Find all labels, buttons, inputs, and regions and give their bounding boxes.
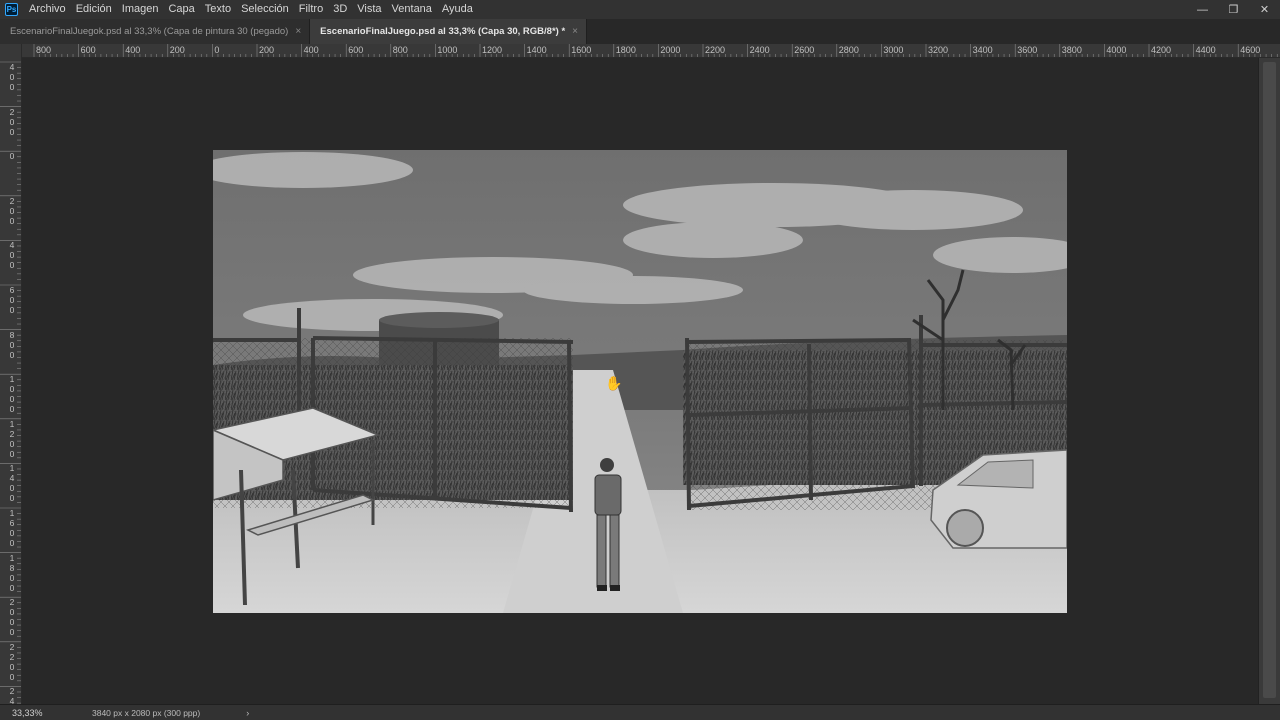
document-tab-bar: EscenarioFinalJuegok.psd al 33,3% (Capa …: [0, 19, 1280, 44]
menu-archivo[interactable]: Archivo: [24, 0, 71, 19]
tab-label: EscenarioFinalJuegok.psd al 33,3% (Capa …: [10, 26, 289, 37]
ruler-corner[interactable]: [0, 44, 22, 58]
ruler-h-label: 3000: [883, 45, 904, 55]
ruler-v-label: 2200: [9, 641, 15, 682]
ruler-v-label: 1000: [9, 374, 15, 415]
ruler-h-label: 2600: [794, 45, 815, 55]
ruler-h-label: 1800: [615, 45, 636, 55]
menu-ventana[interactable]: Ventana: [387, 0, 437, 19]
ruler-h-label: 4400: [1195, 45, 1216, 55]
minimize-button[interactable]: —: [1187, 0, 1218, 19]
ruler-v-label: 2000: [9, 597, 15, 638]
status-bar: 33,33% 3840 px x 2080 px (300 ppp) ›: [0, 704, 1280, 720]
ruler-h-label: 0: [214, 45, 220, 55]
ruler-h-label: 600: [80, 45, 96, 55]
scrollbar-thumb[interactable]: [1263, 62, 1276, 698]
ruler-h-label: 4600: [1240, 45, 1261, 55]
window-controls: — ❐ ✕: [1187, 0, 1280, 19]
menu-3d[interactable]: 3D: [328, 0, 352, 19]
menu-texto[interactable]: Texto: [200, 0, 236, 19]
vertical-scrollbar[interactable]: [1258, 58, 1280, 704]
ruler-h-label: 1400: [526, 45, 547, 55]
vertical-ruler[interactable]: 400 200 0 200 400 600 800 1000 1200 1400 1600 1800 2…: [0, 58, 22, 704]
menu-edicion[interactable]: Edición: [71, 0, 117, 19]
ruler-h-label: 2400: [749, 45, 770, 55]
horizontal-ruler-ticks: [33, 44, 1278, 57]
menu-ayuda[interactable]: Ayuda: [437, 0, 478, 19]
ruler-v-label: 600: [9, 285, 15, 315]
ruler-h-label: 1200: [482, 45, 503, 55]
ruler-h-label: 400: [303, 45, 319, 55]
ruler-h-label: 800: [36, 45, 52, 55]
ruler-h-label: 3200: [928, 45, 949, 55]
document-tab-1[interactable]: EscenarioFinalJuegok.psd al 33,3% (Capa …: [0, 19, 311, 44]
menu-imagen[interactable]: Imagen: [117, 0, 164, 19]
status-menu-arrow-icon[interactable]: ›: [246, 708, 249, 718]
ruler-h-label: 1600: [571, 45, 592, 55]
ruler-v-label: 2400: [9, 686, 15, 704]
menu-vista[interactable]: Vista: [352, 0, 386, 19]
ruler-h-label: 3800: [1061, 45, 1082, 55]
ruler-h-label: 1000: [437, 45, 458, 55]
ruler-v-label: 0: [9, 151, 15, 162]
ruler-v-label: 1800: [9, 552, 15, 593]
ruler-v-label: 400: [9, 62, 15, 92]
menu-seleccion[interactable]: Selección: [236, 0, 294, 19]
close-window-button[interactable]: ✕: [1249, 0, 1280, 19]
restore-button[interactable]: ❐: [1218, 0, 1249, 19]
ruler-v-label: 400: [9, 240, 15, 271]
ruler-h-label: 4200: [1151, 45, 1172, 55]
document-tab-2[interactable]: EscenarioFinalJuego.psd al 33,3% (Capa 3…: [310, 19, 587, 44]
ruler-h-label: 2800: [838, 45, 859, 55]
ruler-h-label: 2200: [705, 45, 726, 55]
ruler-v-label: 200: [9, 195, 15, 226]
menu-bar: Ps Archivo Edición Imagen Capa Texto Sel…: [0, 0, 1280, 19]
close-tab-icon[interactable]: ×: [572, 26, 578, 37]
scene-illustration: ✋: [213, 150, 1067, 613]
ruler-h-label: 3600: [1017, 45, 1038, 55]
ruler-h-label: 3400: [972, 45, 993, 55]
ruler-h-label: 4000: [1106, 45, 1127, 55]
close-tab-icon[interactable]: ×: [295, 26, 301, 37]
ruler-v-label: 1400: [9, 463, 15, 504]
ruler-h-label: 600: [348, 45, 364, 55]
ruler-h-label: 2000: [660, 45, 681, 55]
menu-filtro[interactable]: Filtro: [294, 0, 328, 19]
horizontal-ruler[interactable]: 800 600 400 200 0 200 400 600 800 1000 1200 1400 160…: [0, 44, 1280, 58]
hand-cursor-icon: ✋: [605, 375, 622, 391]
photoshop-icon[interactable]: Ps: [5, 3, 18, 16]
ruler-h-label: 400: [125, 45, 141, 55]
ruler-h-label: 200: [169, 45, 185, 55]
document-canvas[interactable]: ✋: [213, 150, 1067, 613]
ruler-h-label: 200: [259, 45, 275, 55]
tab-label: EscenarioFinalJuego.psd al 33,3% (Capa 3…: [320, 26, 566, 37]
ruler-h-label: 800: [392, 45, 408, 55]
ruler-v-label: 200: [9, 106, 15, 137]
ruler-v-label: 1200: [9, 418, 15, 459]
document-info: 3840 px x 2080 px (300 ppp): [92, 707, 201, 718]
ruler-v-label: 1600: [9, 508, 15, 548]
menu-capa[interactable]: Capa: [163, 0, 199, 19]
zoom-level-field[interactable]: 33,33%: [2, 706, 48, 720]
ruler-v-label: 800: [9, 329, 15, 360]
